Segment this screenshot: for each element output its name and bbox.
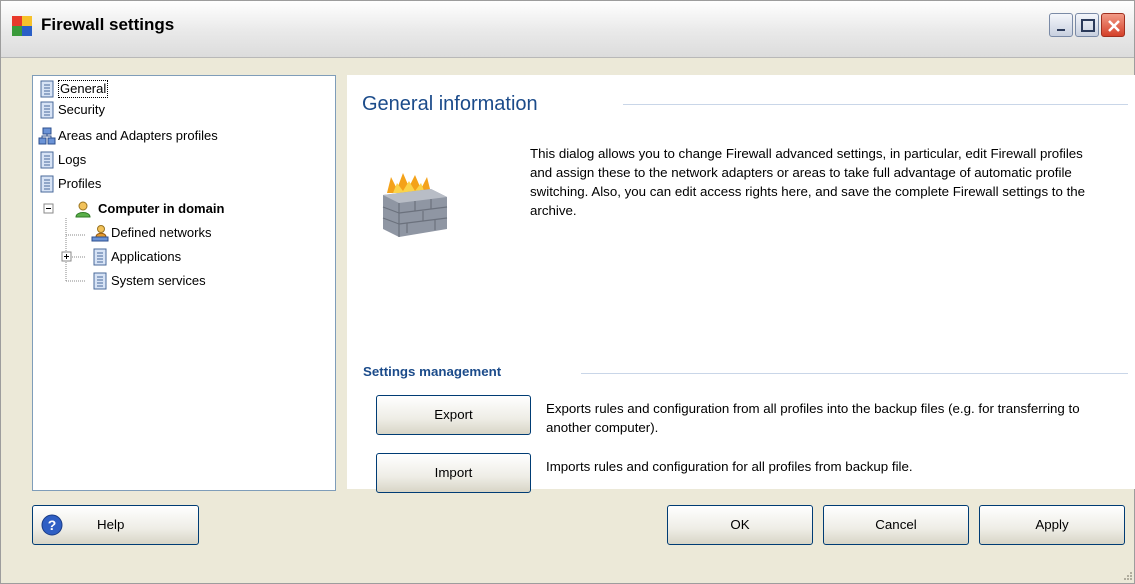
network-icon (38, 127, 56, 145)
close-button[interactable] (1101, 13, 1125, 37)
svg-text:?: ? (48, 517, 57, 533)
general-description: This dialog allows you to change Firewal… (530, 146, 1086, 218)
title-bar[interactable]: Firewall settings (1, 1, 1134, 58)
network-user-icon (91, 225, 109, 242)
export-description: Exports rules and configuration from all… (546, 401, 1080, 435)
tree-item-label: Profiles (58, 176, 102, 191)
list-icon (40, 80, 54, 98)
list-icon (40, 175, 54, 193)
minimize-icon (1057, 29, 1065, 31)
tree-item-label: Applications (111, 249, 182, 264)
minimize-button[interactable] (1049, 13, 1073, 37)
settings-tree[interactable]: General Security Areas and Adapters prof… (32, 75, 336, 491)
help-icon: ? (41, 514, 63, 536)
help-label: Help (97, 517, 125, 532)
maximize-button[interactable] (1075, 13, 1099, 37)
tree-item-label: Logs (58, 152, 87, 167)
tree-item-label: Areas and Adapters profiles (58, 128, 218, 143)
list-icon (93, 272, 107, 290)
settings-divider (581, 373, 1128, 374)
tree-item-label: Defined networks (111, 225, 212, 240)
tree-item-label: Security (58, 102, 105, 117)
import-description: Imports rules and configuration for all … (546, 459, 913, 474)
tree-item-label: System services (111, 273, 206, 288)
ok-button[interactable]: OK (667, 505, 813, 545)
user-icon (75, 201, 91, 218)
tree-item-label: Computer in domain (98, 201, 225, 216)
close-icon (1108, 20, 1120, 32)
apply-button[interactable]: Apply (979, 505, 1125, 545)
tree-item-label: General (58, 80, 109, 98)
import-button[interactable]: Import (376, 453, 531, 493)
window-title: Firewall settings (41, 15, 175, 34)
settings-management-heading: Settings management (363, 364, 502, 379)
export-button[interactable]: Export (376, 395, 531, 435)
list-icon (40, 151, 54, 169)
heading-divider (623, 104, 1128, 105)
list-icon (40, 101, 54, 119)
maximize-icon (1081, 19, 1095, 32)
resize-grip-icon[interactable] (1121, 569, 1133, 581)
cancel-button[interactable]: Cancel (823, 505, 969, 545)
firewall-icon (382, 173, 448, 237)
avg-logo-icon (12, 16, 32, 36)
list-icon (93, 248, 107, 266)
firewall-settings-window: Firewall settings General Security Areas… (0, 0, 1135, 584)
general-information-heading: General information (362, 93, 538, 115)
